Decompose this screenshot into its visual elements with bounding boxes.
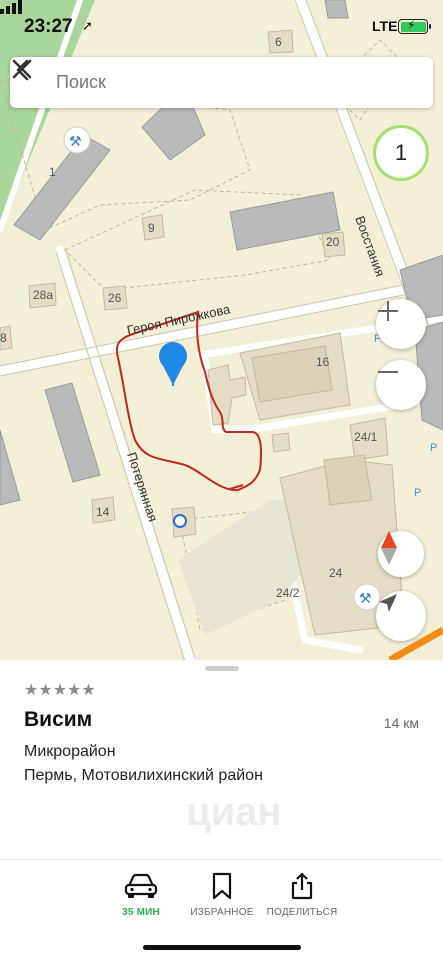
status-bar: 23:27 ➚ LTE ⚡	[0, 0, 443, 52]
building-number: 8	[0, 331, 7, 345]
home-indicator	[143, 945, 301, 950]
location-arrow-icon: ➚	[82, 18, 93, 33]
building-number: 24	[329, 566, 343, 580]
zoom-in-button[interactable]	[376, 299, 426, 349]
close-icon[interactable]	[10, 57, 34, 81]
share-icon	[291, 872, 313, 900]
status-time: 23:27	[24, 16, 73, 37]
rating-stars[interactable]: ★★★★★	[24, 680, 96, 700]
building-number: 9	[148, 221, 155, 235]
signal-icon	[0, 0, 22, 14]
action-bar: 35 МИН ИЗБРАННОЕ ПОДЕЛИТЬСЯ	[0, 868, 443, 928]
my-location-button[interactable]	[376, 591, 426, 641]
place-title: Висим	[24, 708, 93, 731]
building-number: 28а	[33, 288, 53, 302]
building-number: 16	[316, 355, 330, 369]
network-type: LTE	[372, 18, 398, 34]
parking-label: P	[414, 487, 421, 499]
building-number: 14	[96, 505, 110, 519]
watermark: циан	[186, 790, 282, 834]
svg-text:⚒: ⚒	[69, 134, 82, 150]
stop-marker	[173, 514, 187, 528]
route-time-label: 35 МИН	[122, 907, 160, 918]
divider	[0, 859, 443, 860]
building-number: 20	[326, 235, 340, 249]
battery-icon: ⚡	[398, 18, 431, 34]
navigation-arrow-icon	[379, 594, 397, 612]
share-label: ПОДЕЛИТЬСЯ	[266, 907, 338, 918]
building-number: 26	[108, 291, 122, 305]
building-number: 24/1	[354, 430, 378, 444]
car-icon	[124, 873, 158, 898]
result-count-badge[interactable]: 1	[373, 125, 429, 181]
building-number: 1	[49, 165, 56, 179]
compass-icon	[381, 531, 397, 565]
favorites-label: ИЗБРАННОЕ	[190, 907, 254, 918]
place-distance: 14 км	[383, 715, 419, 731]
service-icon[interactable]: ⚒	[63, 126, 91, 154]
svg-text:⚒: ⚒	[359, 591, 372, 607]
place-type: Микрорайон	[24, 743, 116, 760]
share-button[interactable]: ПОДЕЛИТЬСЯ	[257, 868, 347, 918]
map-view[interactable]: P P P ⚒ ⚒ Героя Пирожкова Восстания Поте…	[0, 0, 443, 660]
result-count: 1	[394, 140, 408, 165]
sheet-drag-handle[interactable]	[205, 666, 239, 671]
bookmark-icon	[212, 872, 232, 900]
search-input[interactable]	[56, 65, 376, 99]
minus-icon	[378, 371, 398, 373]
search-bar	[10, 57, 433, 108]
favorites-button[interactable]: ИЗБРАННОЕ	[177, 868, 267, 918]
plus-icon	[378, 301, 398, 321]
route-button[interactable]: 35 МИН	[96, 868, 186, 918]
place-sheet: ★★★★★ Висим 14 км Микрорайон Пермь, Мото…	[0, 660, 443, 960]
compass-button[interactable]	[378, 531, 424, 577]
place-address: Пермь, Мотовилихинский район	[24, 767, 263, 784]
location-pin-icon[interactable]	[159, 342, 187, 386]
building-number: 24/2	[276, 586, 300, 600]
zoom-out-button[interactable]	[376, 360, 426, 410]
parking-label: P	[430, 442, 437, 454]
